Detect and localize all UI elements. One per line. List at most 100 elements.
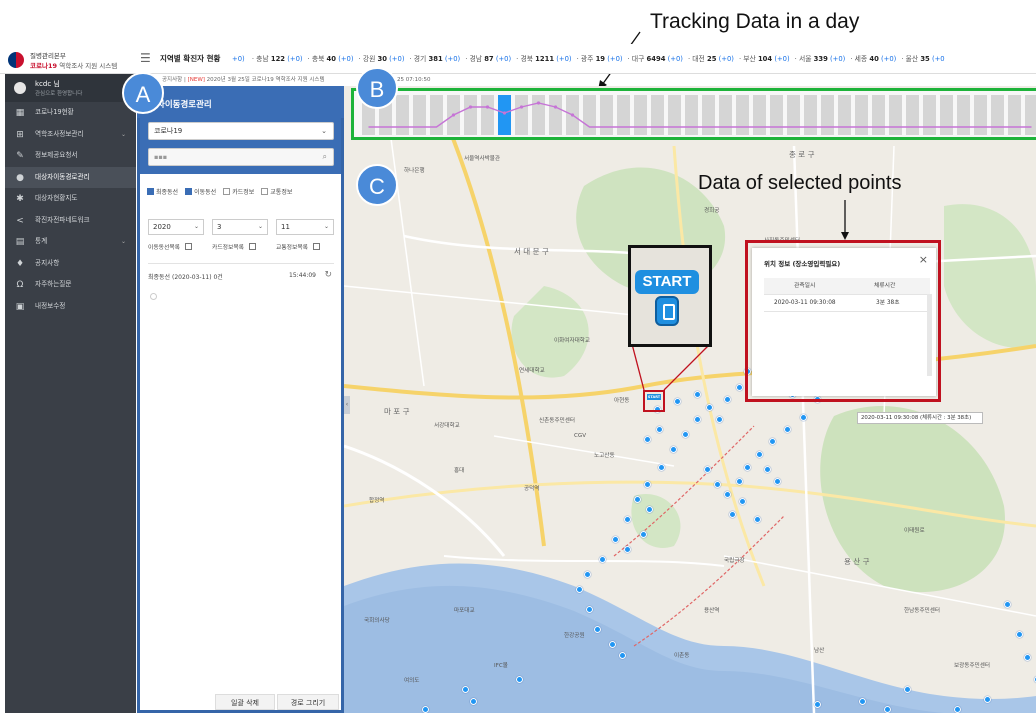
location-pin-icon[interactable] bbox=[624, 546, 631, 553]
timeline-bar[interactable] bbox=[957, 95, 970, 135]
sidebar-item-4[interactable]: ● 대상자이동경로관리 bbox=[5, 166, 136, 188]
location-pin-icon[interactable] bbox=[704, 466, 711, 473]
location-pin-icon[interactable] bbox=[754, 516, 761, 523]
transport-list-link[interactable]: 교통정보목록 bbox=[276, 241, 320, 255]
timeline-bar[interactable] bbox=[1008, 95, 1021, 135]
location-pin-icon[interactable] bbox=[729, 511, 736, 518]
location-pin-icon[interactable] bbox=[594, 626, 601, 633]
location-pin-icon[interactable] bbox=[619, 652, 626, 659]
disease-select[interactable]: 코로나19 ⌄ bbox=[148, 122, 334, 140]
sidebar-item-1[interactable]: ▦ 코로나19현황 bbox=[5, 102, 136, 124]
timeline-bar[interactable] bbox=[889, 95, 902, 135]
timeline-bar-selected[interactable] bbox=[498, 95, 511, 135]
draw-route-button[interactable]: 경로 그리기 bbox=[277, 694, 339, 710]
timeline-bar[interactable] bbox=[464, 95, 477, 135]
timeline-bar[interactable] bbox=[804, 95, 817, 135]
location-pin-icon[interactable] bbox=[774, 478, 781, 485]
location-pin-icon[interactable] bbox=[1024, 654, 1031, 661]
timeline-bar[interactable] bbox=[1025, 95, 1036, 135]
location-pin-icon[interactable] bbox=[644, 481, 651, 488]
location-pin-icon[interactable] bbox=[814, 701, 821, 708]
timeline-bar[interactable] bbox=[736, 95, 749, 135]
timeline-bar[interactable] bbox=[481, 95, 494, 135]
location-pin-icon[interactable] bbox=[682, 431, 689, 438]
location-pin-icon[interactable] bbox=[462, 686, 469, 693]
location-pin-icon[interactable] bbox=[769, 438, 776, 445]
timeline-bar[interactable] bbox=[600, 95, 613, 135]
location-pin-icon[interactable] bbox=[612, 536, 619, 543]
timeline-bar[interactable] bbox=[974, 95, 987, 135]
subject-search-input[interactable]: ▪▪▪ ⌕ bbox=[148, 148, 334, 166]
location-pin-icon[interactable] bbox=[859, 698, 866, 705]
timeline-bar[interactable] bbox=[770, 95, 783, 135]
location-pin-icon[interactable] bbox=[736, 384, 743, 391]
timeline-bar[interactable] bbox=[821, 95, 834, 135]
timeline-bar[interactable] bbox=[787, 95, 800, 135]
location-pin-icon[interactable] bbox=[624, 516, 631, 523]
location-pin-icon[interactable] bbox=[644, 436, 651, 443]
month-select[interactable]: 3 ⌄ bbox=[212, 219, 268, 235]
hamburger-icon[interactable]: ☰ bbox=[140, 52, 152, 64]
location-pin-icon[interactable] bbox=[706, 404, 713, 411]
kcdc-logo[interactable]: 질병관리본부 코로나19 역학조사 지원 시스템 bbox=[6, 50, 134, 72]
location-pin-icon[interactable] bbox=[470, 698, 477, 705]
sidebar-item-10[interactable]: ▣ 내정보수정 bbox=[5, 296, 136, 318]
timeline-bar[interactable] bbox=[651, 95, 664, 135]
timeline-bar[interactable] bbox=[413, 95, 426, 135]
location-pin-icon[interactable] bbox=[884, 706, 891, 713]
checkbox-2[interactable]: 이동동선 bbox=[185, 187, 216, 196]
location-pin-icon[interactable] bbox=[904, 686, 911, 693]
location-pin-icon[interactable] bbox=[714, 481, 721, 488]
sidebar-item-5[interactable]: ✱ 대상자현황지도 bbox=[5, 188, 136, 210]
panel-collapse-toggle[interactable]: ‹ bbox=[344, 396, 350, 414]
timeline-bar[interactable] bbox=[685, 95, 698, 135]
movement-list-link[interactable]: 이동동선목록 bbox=[148, 241, 192, 255]
sidebar-item-7[interactable]: ▤ 통계 ⌄ bbox=[5, 231, 136, 253]
location-pin-icon[interactable] bbox=[984, 696, 991, 703]
location-pin-icon[interactable] bbox=[764, 466, 771, 473]
location-pin-icon[interactable] bbox=[724, 491, 731, 498]
location-pin-icon[interactable] bbox=[599, 556, 606, 563]
location-pin-icon[interactable] bbox=[646, 506, 653, 513]
location-pin-icon[interactable] bbox=[694, 416, 701, 423]
popup-scrollbar[interactable] bbox=[927, 294, 932, 376]
location-pin-icon[interactable] bbox=[1004, 601, 1011, 608]
timeline-bar[interactable] bbox=[719, 95, 732, 135]
close-icon[interactable]: × bbox=[919, 253, 928, 266]
delete-all-button[interactable]: 일괄 삭제 bbox=[215, 694, 275, 710]
location-pin-icon[interactable] bbox=[576, 586, 583, 593]
location-pin-icon[interactable] bbox=[739, 498, 746, 505]
sidebar-item-8[interactable]: ♦ 공지사항 bbox=[5, 253, 136, 275]
checkbox-3[interactable]: 카드정보 bbox=[223, 187, 254, 196]
sidebar-item-6[interactable]: < 확진자전파네트워크 bbox=[5, 210, 136, 232]
start-point-highlight[interactable]: START bbox=[643, 390, 665, 412]
timeline-bar[interactable] bbox=[838, 95, 851, 135]
checkbox-4[interactable]: 교통정보 bbox=[261, 187, 292, 196]
timeline-bar[interactable] bbox=[532, 95, 545, 135]
timeline-bar[interactable] bbox=[923, 95, 936, 135]
timeline-bar[interactable] bbox=[634, 95, 647, 135]
location-pin-icon[interactable] bbox=[609, 641, 616, 648]
timeline-bar[interactable] bbox=[668, 95, 681, 135]
timeline-bar[interactable] bbox=[583, 95, 596, 135]
timeline-bar[interactable] bbox=[855, 95, 868, 135]
timeline-bar[interactable] bbox=[940, 95, 953, 135]
location-pin-icon[interactable] bbox=[656, 426, 663, 433]
refresh-icon[interactable]: ↻ bbox=[324, 270, 332, 280]
location-pin-icon[interactable] bbox=[736, 478, 743, 485]
day-select[interactable]: 11 ⌄ bbox=[276, 219, 334, 235]
timeline-bar[interactable] bbox=[702, 95, 715, 135]
location-pin-icon[interactable] bbox=[1016, 631, 1023, 638]
timeline-bar[interactable] bbox=[617, 95, 630, 135]
timeline-bar[interactable] bbox=[430, 95, 443, 135]
timeline-bar[interactable] bbox=[991, 95, 1004, 135]
route-radio[interactable] bbox=[150, 293, 157, 300]
location-pin-icon[interactable] bbox=[724, 396, 731, 403]
location-pin-icon[interactable] bbox=[954, 706, 961, 713]
notice-bar[interactable]: 공지사항 | [NEW] 2020년 3월 25일 코로나19 역학조사 지원 … bbox=[137, 74, 377, 86]
sidebar-item-3[interactable]: ✎ 정보제공요청서 bbox=[5, 145, 136, 167]
search-icon[interactable]: ⌕ bbox=[323, 149, 327, 165]
location-pin-icon[interactable] bbox=[634, 496, 641, 503]
location-pin-icon[interactable] bbox=[658, 464, 665, 471]
timeline-bar[interactable] bbox=[549, 95, 562, 135]
